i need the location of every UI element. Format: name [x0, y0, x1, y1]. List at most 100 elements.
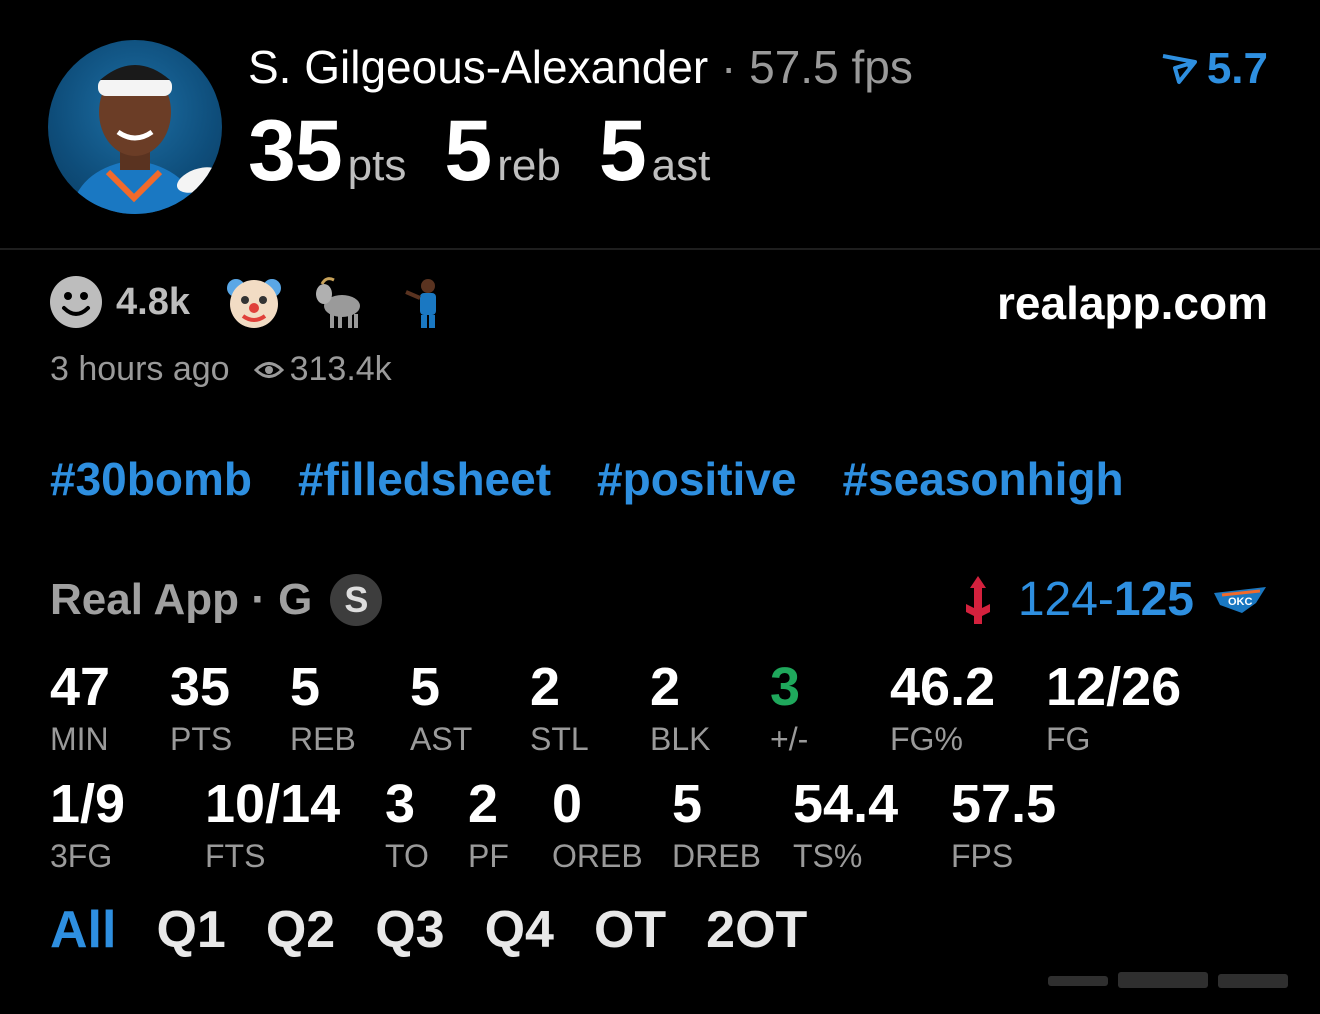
stat-label: TO	[385, 838, 429, 874]
stat-value: 57.5	[951, 774, 1057, 834]
tab-q3[interactable]: Q3	[375, 901, 444, 959]
stat-value: 2	[650, 657, 681, 717]
view-count: 313.4k	[289, 350, 392, 388]
reaction-count[interactable]: 4.8k	[116, 281, 190, 324]
score-text: 124-125	[1018, 572, 1194, 627]
headline-rebounds-unit: reb	[497, 141, 561, 190]
stat-pf: 2 PF	[468, 777, 509, 873]
watermark	[1048, 972, 1288, 988]
stat-pts: 35 PTS	[170, 660, 232, 756]
stat-value: 35	[170, 657, 231, 717]
tab-ot[interactable]: OT	[594, 901, 666, 959]
stat-fps: 57.5 FPS	[951, 777, 1056, 873]
stat-value: 12/26	[1046, 657, 1182, 717]
stat-value: 3	[385, 774, 416, 834]
site-link[interactable]: realapp.com	[997, 276, 1268, 330]
player-photo	[70, 65, 220, 214]
stat-value: 0	[552, 774, 583, 834]
stat-label: FTS	[205, 838, 266, 874]
stat-fts: 10/14 FTS	[205, 777, 340, 873]
header-divider	[0, 248, 1320, 250]
stat-label: STL	[530, 721, 589, 757]
source-line: Real App · G S	[50, 574, 383, 626]
player-sticker[interactable]	[398, 274, 454, 330]
stat-reb: 5 REB	[290, 660, 356, 756]
stat-label: +/-	[770, 721, 809, 757]
stat-value: 1/9	[50, 774, 126, 834]
trend-badge[interactable]: 5.7	[1159, 44, 1268, 94]
fps-label: 57.5 fps	[749, 41, 913, 93]
player-name-line: S. Gilgeous-Alexander · 57.5 fps	[248, 40, 913, 94]
tab-q4[interactable]: Q4	[485, 901, 554, 959]
headline-assists-unit: ast	[651, 141, 711, 190]
stat-value: 10/14	[205, 774, 341, 834]
home-score: 124	[1017, 573, 1098, 626]
goat-emoji[interactable]	[312, 274, 368, 330]
stat-value: 5	[290, 657, 321, 717]
stat-value: 2	[468, 774, 499, 834]
stat-label: AST	[410, 721, 473, 757]
source-label: Real App · G	[50, 575, 313, 624]
post-meta: 3 hours ago 313.4k	[50, 350, 392, 389]
hashtag[interactable]: #30bomb	[50, 453, 252, 505]
clown-emoji[interactable]	[226, 274, 282, 330]
stat-value: 47	[50, 657, 111, 717]
stat-label: PTS	[170, 721, 233, 757]
time-ago: 3 hours ago	[50, 350, 230, 388]
stat-value: 5	[672, 774, 703, 834]
separator: ·	[721, 41, 737, 93]
stat-value: 5	[410, 657, 441, 717]
svg-text:OKC: OKC	[1228, 596, 1253, 608]
tab-q1[interactable]: Q1	[156, 901, 225, 959]
player-avatar[interactable]	[48, 40, 222, 214]
stat-ast: 5 AST	[410, 660, 472, 756]
stat-label: 3FG	[50, 838, 113, 874]
stat-label: REB	[290, 721, 356, 757]
stat-blk: 2 BLK	[650, 660, 710, 756]
stat-fg: 12/26 FG	[1046, 660, 1181, 756]
stat-to: 3 TO	[385, 777, 429, 873]
stat-plus-minus: 3 +/-	[770, 660, 808, 756]
stat-label: FG%	[890, 721, 963, 757]
stat-label: TS%	[793, 838, 863, 874]
tab-all[interactable]: All	[50, 901, 116, 959]
stat-dreb: 5 DREB	[672, 777, 761, 873]
stat-value: 2	[530, 657, 561, 717]
hashtag[interactable]: #filledsheet	[298, 453, 551, 505]
stat-label: FPS	[951, 838, 1014, 874]
headline-rebounds-value: 5	[444, 103, 492, 199]
stat-fg-pct: 46.2 FG%	[890, 660, 995, 756]
tab-2ot[interactable]: 2OT	[706, 901, 807, 959]
trend-value: 5.7	[1206, 44, 1268, 93]
stat-label: DREB	[672, 838, 761, 874]
hashtag[interactable]: #positive	[597, 453, 796, 505]
stat-min: 47 MIN	[50, 660, 110, 756]
headline-assists-value: 5	[598, 103, 647, 199]
stat-value: 3	[770, 657, 801, 717]
stat-3fg: 1/9 3FG	[50, 777, 125, 873]
player-name[interactable]: S. Gilgeous-Alexander	[248, 41, 708, 93]
hashtag[interactable]: #seasonhigh	[842, 453, 1123, 505]
stat-stl: 2 STL	[530, 660, 589, 756]
smiley-icon[interactable]	[48, 274, 104, 330]
reactions-bar: 4.8k	[48, 274, 484, 330]
stat-label: OREB	[552, 838, 643, 874]
stat-value: 54.4	[793, 774, 899, 834]
views: 313.4k	[253, 350, 392, 389]
eye-icon	[253, 361, 284, 378]
headline-points-unit: pts	[347, 141, 407, 190]
s-badge[interactable]: S	[330, 574, 383, 626]
away-score: 125	[1113, 573, 1194, 626]
game-score[interactable]: 124-125 OKC	[956, 572, 1268, 627]
score-dash: -	[1097, 573, 1114, 626]
tab-q2[interactable]: Q2	[266, 901, 335, 959]
headline-points-value: 35	[248, 103, 343, 199]
stat-label: MIN	[50, 721, 109, 757]
thunder-logo-icon: OKC	[1214, 586, 1266, 613]
stat-ts-pct: 54.4 TS%	[793, 777, 898, 873]
rockets-logo-icon	[965, 575, 990, 624]
stat-label: PF	[468, 838, 509, 874]
trend-arrow-icon	[1162, 54, 1197, 84]
hashtag-list: #30bomb #filledsheet #positive #seasonhigh	[50, 452, 1170, 506]
stat-label: FG	[1046, 721, 1091, 757]
